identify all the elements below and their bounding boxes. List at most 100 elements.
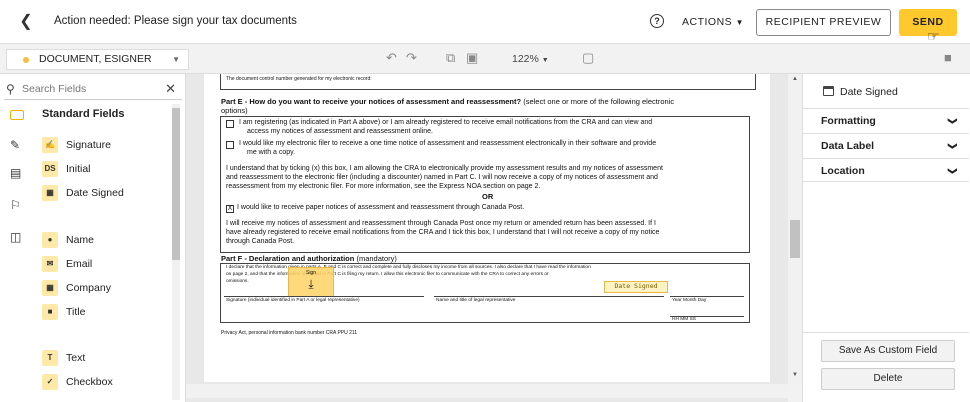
understand-line3: reassessment from my electronic filer. F… [226, 183, 541, 190]
option1-line1: I am registering (as indicated in Part A… [239, 119, 653, 126]
person-icon: ● [42, 232, 58, 248]
signature-field[interactable]: Sign ⤓ [288, 267, 334, 297]
panel-divider [803, 332, 969, 333]
date-line [670, 296, 744, 297]
data-label-section[interactable]: Data Label ❯ [803, 133, 969, 157]
data-label-label: Data Label [821, 140, 875, 152]
zoom-caret-icon: ▼ [541, 57, 549, 64]
declaration-line1: I declare that the information given in … [226, 265, 591, 270]
chevron-down-icon: ▼ [172, 55, 180, 64]
field-label: Title [66, 306, 86, 318]
date-caption: Year Month Day [672, 298, 707, 303]
signature-line [224, 296, 424, 297]
redo-icon[interactable]: ↷ [406, 50, 417, 66]
field-label: Name [66, 234, 95, 246]
canada-post-line1: I will receive my notices of assessment … [226, 220, 656, 227]
back-arrow-icon[interactable]: ❮ [16, 12, 36, 32]
option1-line2: access my notices of assessment and reas… [247, 128, 433, 135]
formatting-label: Formatting [821, 115, 876, 127]
sign-label: Sign [305, 270, 316, 276]
text-t-icon: T [42, 350, 58, 366]
document-horizontal-scrollbar[interactable] [186, 384, 788, 398]
time-caption: HH MM SS [672, 317, 696, 322]
search-icon: ⚲ [6, 82, 15, 96]
selected-field-label: Date Signed [840, 86, 898, 98]
actions-label: ACTIONS [682, 16, 733, 28]
pages-panel-icon[interactable]: ■ [944, 50, 952, 65]
document-page: The document control number generated fo… [204, 74, 770, 382]
initial-ds-icon: DS [42, 161, 58, 177]
fields-panel: ⚲ Search Fields ✕ ✎ ▤ ⚐ ◫ Standard Field… [0, 74, 186, 402]
efiler-notice-checkbox[interactable] [226, 141, 234, 149]
formatting-section[interactable]: Formatting ❯ [803, 108, 969, 132]
location-label: Location [821, 165, 865, 177]
chevron-down-icon: ❯ [948, 167, 959, 175]
calendar-icon [823, 86, 834, 96]
custom-fields-rail-icon[interactable]: ✎ [10, 138, 20, 152]
understand-line1: I understand that by ticking (x) this bo… [226, 165, 663, 172]
part-e-heading: Part E - How do you want to receive your… [221, 97, 674, 106]
signer-color-dot [23, 57, 29, 63]
delete-button[interactable]: Delete [821, 368, 955, 390]
part-f-title: Part F - Declaration and authorization [221, 254, 355, 263]
zoom-select[interactable]: 122% ▼ [512, 53, 549, 65]
part-e-sub: (select one or more of the following ele… [521, 97, 675, 106]
field-label: Checkbox [66, 376, 113, 388]
email-notify-checkbox[interactable] [226, 120, 234, 128]
copy-icon[interactable]: ⧉ [446, 50, 455, 66]
recipient-preview-button[interactable]: RECIPIENT PREVIEW [756, 9, 891, 36]
signature-caption: Signature (individual identified in Part… [226, 298, 360, 303]
caret-down-icon: ▼ [735, 18, 745, 27]
scroll-down-arrow-icon[interactable]: ▼ [792, 372, 798, 378]
chevron-down-icon: ❯ [948, 117, 959, 125]
canada-post-line2: have already registered to receive email… [226, 229, 660, 236]
properties-panel: Date Signed Formatting ❯ Data Label ❯ Loca… [802, 74, 970, 402]
name-line [434, 296, 664, 297]
help-icon[interactable]: ? [650, 14, 664, 28]
calendar-icon: ▦ [42, 185, 58, 201]
clear-search-icon[interactable]: ✕ [165, 78, 176, 100]
location-rail-icon[interactable]: ⚐ [10, 198, 21, 212]
control-number-text: The document control number generated fo… [226, 76, 372, 82]
field-label: Date Signed [66, 187, 124, 199]
document-select-label: DOCUMENT, ESIGNER [39, 53, 152, 65]
privacy-act-text: Privacy Act, personal information bank n… [221, 330, 358, 336]
field-label: Text [66, 352, 86, 364]
email-envelope-icon: ✉ [42, 256, 58, 272]
paper-notice-checkbox[interactable]: X [226, 205, 234, 213]
field-label: Initial [66, 163, 91, 175]
understand-line2: and reassessment to the electronic filer… [226, 174, 658, 181]
save-as-custom-field-button[interactable]: Save As Custom Field [821, 340, 955, 362]
standard-fields-rail-icon[interactable] [10, 110, 24, 120]
signature-pen-icon: ✍ [42, 137, 58, 153]
name-caption: Name and title of legal representative [436, 298, 516, 303]
scroll-up-arrow-icon[interactable]: ▲ [792, 76, 798, 82]
fields-scrollbar-thumb[interactable] [172, 108, 180, 260]
document-scrollbar-thumb[interactable] [790, 220, 800, 258]
paper-notice-text: I would like to receive paper notices of… [237, 204, 525, 211]
date-signed-field[interactable]: Date Signed [604, 281, 668, 293]
search-fields-input[interactable]: ⚲ Search Fields ✕ [4, 78, 182, 100]
part-f-heading: Part F - Declaration and authorization (… [221, 254, 397, 263]
declaration-line3: omissions. [226, 279, 249, 284]
chevron-down-icon: ❯ [948, 142, 959, 150]
part-f-sub: (mandatory) [354, 254, 397, 263]
page-title: Action needed: Please sign your tax docu… [54, 15, 297, 27]
document-select[interactable]: DOCUMENT, ESIGNER ▼ [6, 49, 189, 70]
field-label: Email [66, 258, 93, 270]
search-placeholder: Search Fields [22, 83, 87, 95]
selected-field-title: Date Signed [823, 86, 898, 98]
library-rail-icon[interactable]: ▤ [10, 166, 21, 180]
undo-icon[interactable]: ↶ [386, 50, 397, 66]
or-text: OR [482, 192, 494, 201]
option2-line1: I would like my electronic filer to rece… [239, 140, 657, 147]
location-section[interactable]: Location ❯ [803, 158, 969, 182]
declaration-line2: on page 2, and that the information iden… [226, 272, 549, 277]
document-toolbar: DOCUMENT, ESIGNER ▼ ↶ ↷ ⧉ ▣ 122% ▼ ▢ ■ [0, 44, 970, 74]
field-label: Company [66, 282, 111, 294]
add-comment-icon[interactable]: ▢ [582, 50, 594, 66]
actions-menu[interactable]: ACTIONS ▼ [682, 16, 744, 28]
merge-fields-rail-icon[interactable]: ◫ [10, 230, 21, 244]
download-arrow-icon: ⤓ [308, 277, 314, 291]
paste-icon[interactable]: ▣ [466, 50, 478, 66]
